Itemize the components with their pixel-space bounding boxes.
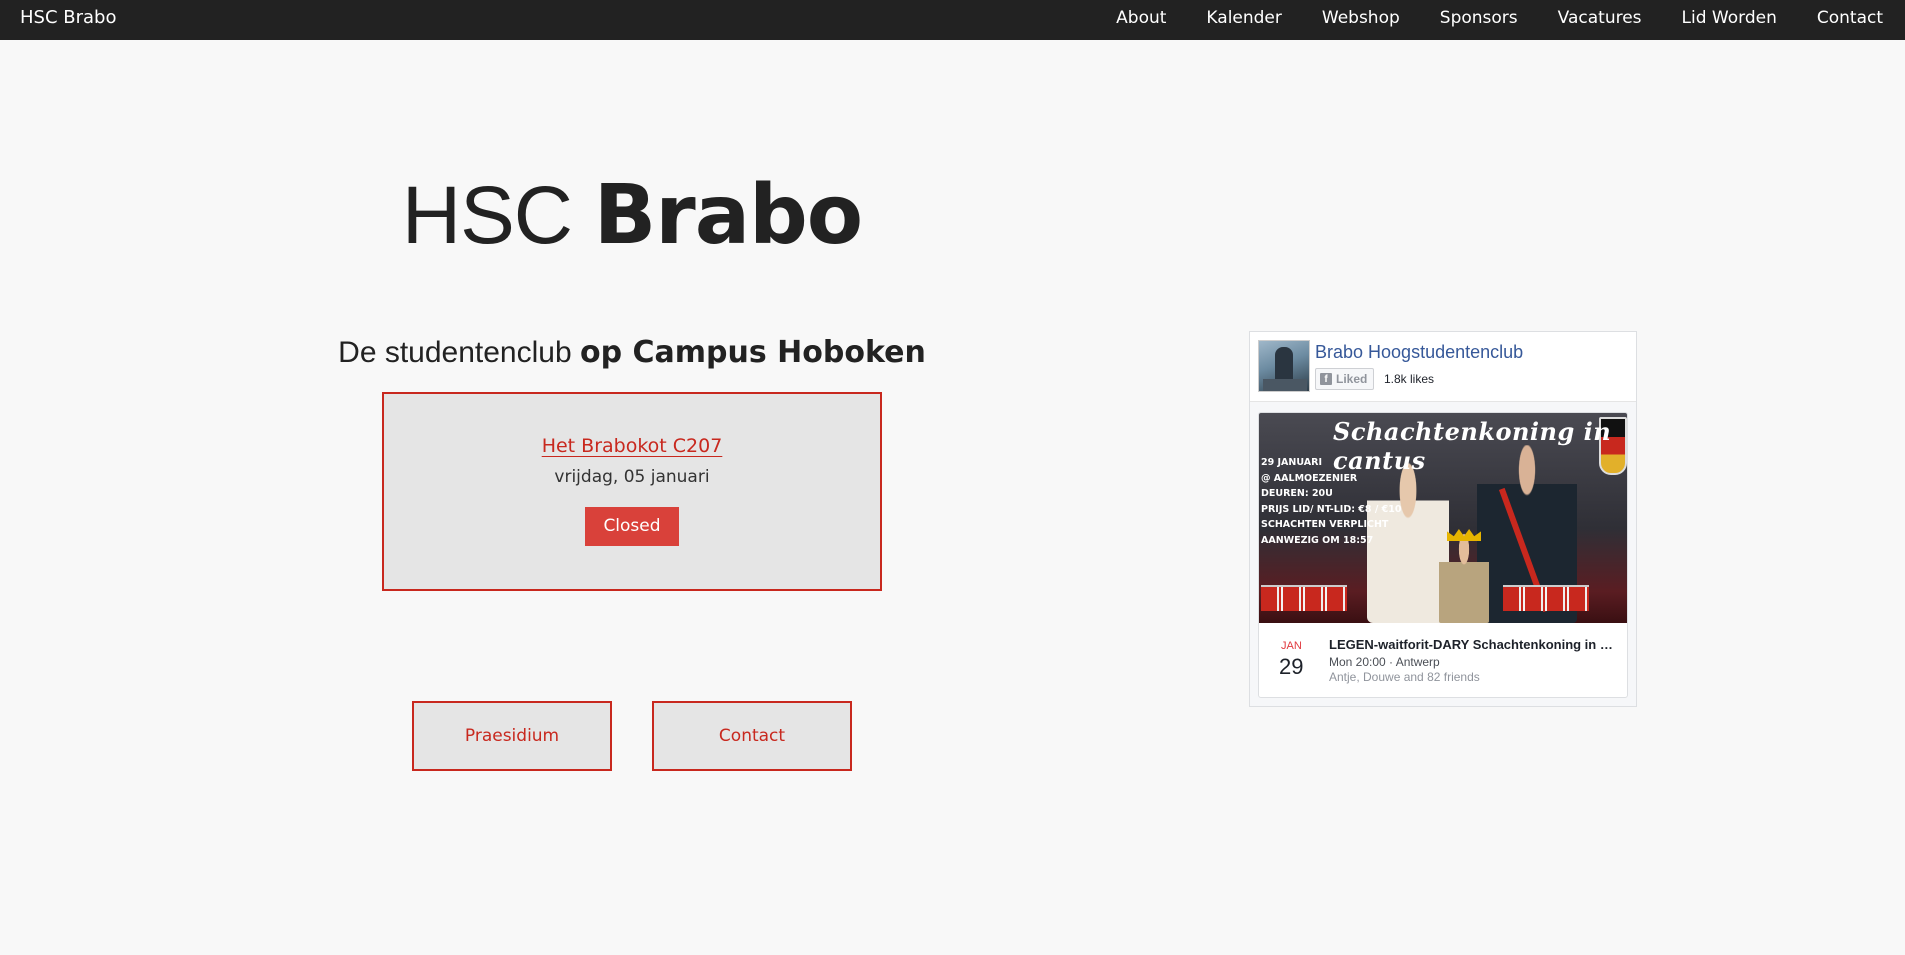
nav-link-webshop[interactable]: Webshop — [1322, 8, 1400, 28]
fb-page-avatar[interactable] — [1258, 340, 1310, 392]
nav-links: About Kalender Webshop Sponsors Vacature… — [1076, 0, 1883, 36]
subtitle-light: De studentenclub — [338, 336, 580, 369]
opening-status-box: Het Brabokot C207 vrijdag, 05 januari Cl… — [382, 392, 882, 591]
status-date: vrijdag, 05 januari — [554, 467, 710, 487]
fb-header: Brabo Hoogstudentenclub f Liked 1.8k lik… — [1250, 332, 1636, 402]
cover-cans-left — [1261, 585, 1347, 611]
fb-page-name-link[interactable]: Brabo Hoogstudentenclub — [1315, 342, 1523, 363]
top-navbar: HSC Brabo About Kalender Webshop Sponsor… — [0, 0, 1905, 40]
closed-status-badge: Closed — [585, 507, 679, 546]
statue-base-shape — [1263, 379, 1307, 391]
nav-link-vacatures[interactable]: Vacatures — [1558, 8, 1642, 28]
cover-line: @ AALMOEZENIER — [1261, 472, 1358, 484]
contact-button[interactable]: Contact — [652, 701, 852, 771]
cover-line: 29 JANUARI — [1261, 457, 1322, 468]
facebook-icon: f — [1320, 373, 1332, 385]
subtitle-bold: op Campus Hoboken — [580, 335, 926, 370]
praesidium-button[interactable]: Praesidium — [412, 701, 612, 771]
location-link[interactable]: Het Brabokot C207 — [542, 435, 723, 457]
nav-link-contact[interactable]: Contact — [1817, 8, 1883, 28]
title-bold: Brabo — [593, 168, 863, 263]
nav-link-lid-worden[interactable]: Lid Worden — [1682, 8, 1777, 28]
cover-line: SCHACHTEN VERPLICHT — [1261, 519, 1389, 530]
title-light: HSC — [401, 170, 594, 261]
page-subtitle: De studentenclub op Campus Hoboken — [0, 335, 1264, 370]
cover-cans-right — [1503, 585, 1589, 611]
fb-like-count: 1.8k likes — [1384, 372, 1435, 386]
nav-link-kalender[interactable]: Kalender — [1206, 8, 1281, 28]
page-title: HSC Brabo — [0, 168, 1264, 263]
brand-link[interactable]: HSC Brabo — [20, 0, 116, 36]
event-friends: Antje, Douwe and 82 friends — [1329, 670, 1480, 684]
nav-link-about[interactable]: About — [1116, 8, 1166, 28]
facebook-page-widget: Brabo Hoogstudentenclub f Liked 1.8k lik… — [1249, 331, 1637, 707]
cover-line: DEUREN: 20U — [1261, 488, 1333, 499]
nav-link-sponsors[interactable]: Sponsors — [1440, 8, 1518, 28]
event-cover-image[interactable]: Schachtenkoning in cantus 29 JANUARI @ A… — [1259, 413, 1627, 623]
fb-liked-button[interactable]: f Liked — [1315, 368, 1375, 390]
event-time-location: Mon 20:00 · Antwerp — [1329, 655, 1440, 669]
event-month: JAN — [1281, 640, 1302, 652]
event-day: 29 — [1279, 654, 1304, 679]
fb-event-card[interactable]: Schachtenkoning in cantus 29 JANUARI @ A… — [1258, 412, 1628, 698]
cover-figure-boy — [1439, 533, 1489, 623]
event-title-link[interactable]: LEGEN-waitforit-DARY Schachtenkoning in … — [1329, 637, 1619, 652]
cover-details: 29 JANUARI @ AALMOEZENIER DEUREN: 20U PR… — [1261, 455, 1401, 548]
cover-line: PRIJS LID/ NT-LID: €8 / €10 — [1261, 503, 1402, 515]
cover-line: AANWEZIG OM 18:57 — [1261, 534, 1374, 546]
fb-liked-label: Liked — [1336, 372, 1368, 386]
fb-event-info: JAN 29 LEGEN-waitforit-DARY Schachtenkon… — [1259, 623, 1627, 697]
